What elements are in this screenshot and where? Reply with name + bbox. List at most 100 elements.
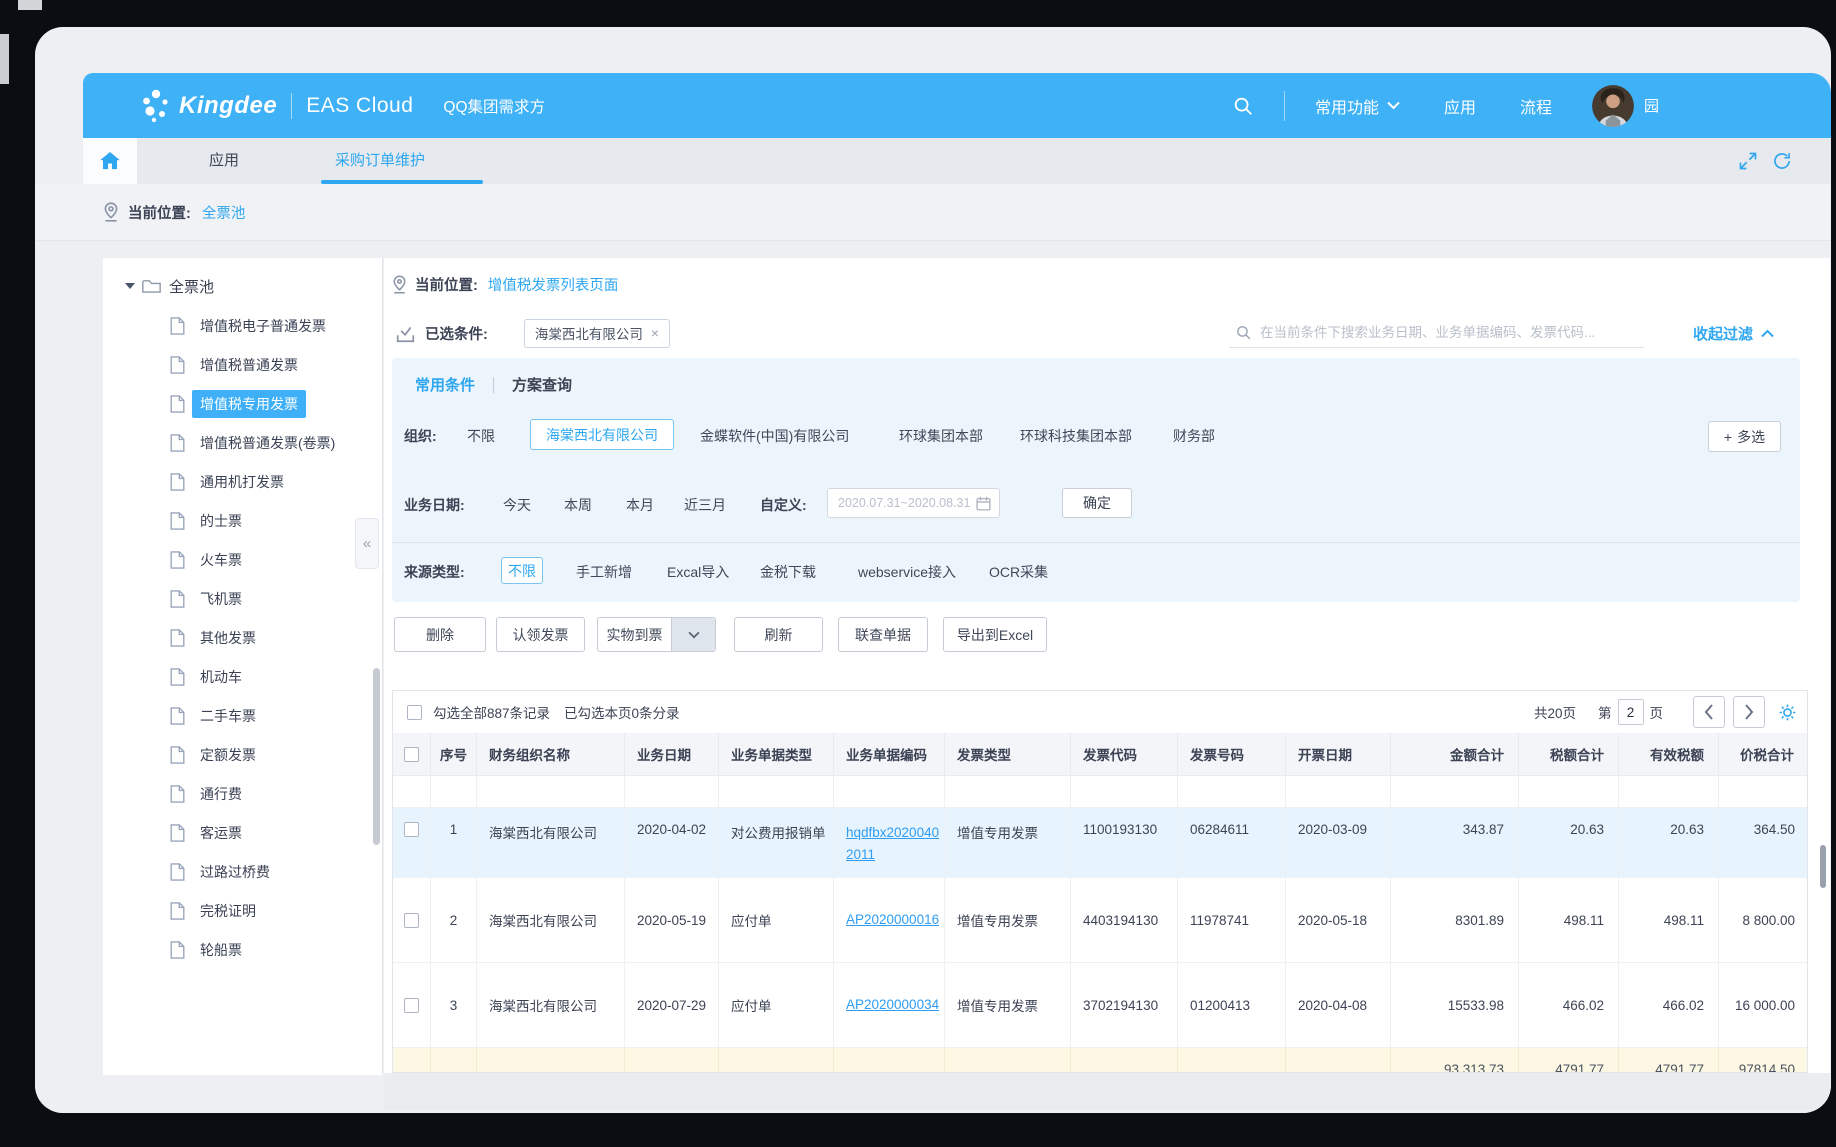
- date-option-week[interactable]: 本周: [564, 495, 592, 515]
- source-option-selected[interactable]: 不限: [501, 557, 543, 584]
- filter-tab-scheme[interactable]: 方案查询: [512, 374, 572, 395]
- org-option[interactable]: 环球科技集团本部: [1020, 426, 1132, 446]
- col-header[interactable]: 发票类型: [945, 733, 1071, 775]
- source-option[interactable]: Excal导入: [667, 562, 729, 582]
- org-option[interactable]: 金蝶软件(中国)有限公司: [700, 426, 849, 446]
- cell-number: 01200413: [1178, 963, 1286, 1047]
- horizontal-scroll-track[interactable]: [384, 1073, 1830, 1110]
- table-row[interactable]: 2 海棠西北有限公司 2020-05-19 应付单 AP2020000016 增…: [393, 878, 1807, 963]
- fullscreen-icon[interactable]: [1738, 151, 1758, 171]
- col-header[interactable]: 序号: [431, 733, 477, 775]
- col-header[interactable]: 业务单据编码: [834, 733, 945, 775]
- org-option[interactable]: 环球集团本部: [899, 426, 983, 446]
- quick-functions-menu[interactable]: 常用功能: [1315, 94, 1400, 118]
- table-row[interactable]: 1 海棠西北有限公司 2020-04-02 对公费用报销单 hqdfbx2020…: [393, 808, 1807, 878]
- doc-no-link[interactable]: hqdfbx20200402011: [846, 822, 944, 867]
- select-all-checkbox[interactable]: [407, 705, 422, 720]
- org-option-selected[interactable]: 海棠西北有限公司: [530, 419, 674, 450]
- page-number-input[interactable]: [1618, 699, 1644, 725]
- col-header[interactable]: 发票号码: [1178, 733, 1286, 775]
- tree-item[interactable]: 轮船票: [103, 930, 382, 969]
- col-header[interactable]: 价税合计: [1719, 733, 1808, 775]
- multi-select-button[interactable]: + 多选: [1708, 421, 1781, 452]
- tree-item[interactable]: 过路过桥费: [103, 852, 382, 891]
- row-checkbox[interactable]: [404, 822, 419, 837]
- tab-application[interactable]: 应用: [209, 138, 239, 184]
- tab-home[interactable]: [83, 138, 137, 184]
- tree-item-label: 机动车: [192, 663, 250, 691]
- col-header[interactable]: 金额合计: [1391, 733, 1519, 775]
- refresh-button[interactable]: 刷新: [734, 617, 823, 652]
- row-checkbox[interactable]: [404, 913, 419, 928]
- col-header[interactable]: 发票代码: [1071, 733, 1178, 775]
- tree-item[interactable]: 定额发票: [103, 735, 382, 774]
- tree-item[interactable]: 其他发票: [103, 618, 382, 657]
- avatar[interactable]: [1592, 85, 1634, 127]
- org-option-unlimited[interactable]: 不限: [467, 426, 495, 446]
- date-option-today[interactable]: 今天: [503, 495, 531, 515]
- tree-item[interactable]: 火车票: [103, 540, 382, 579]
- source-option[interactable]: 金税下载: [760, 562, 816, 582]
- tree-item[interactable]: 飞机票: [103, 579, 382, 618]
- claim-invoice-button[interactable]: 认领发票: [496, 617, 585, 652]
- breadcrumb-value[interactable]: 全票池: [202, 202, 246, 223]
- location-value[interactable]: 增值税发票列表页面: [488, 274, 619, 295]
- col-header[interactable]: 业务日期: [625, 733, 719, 775]
- doc-no-link[interactable]: AP2020000034: [846, 994, 939, 1016]
- search-icon[interactable]: [1232, 95, 1254, 117]
- tree-root[interactable]: 全票池: [103, 271, 214, 301]
- source-option[interactable]: OCR采集: [989, 562, 1048, 582]
- grid-settings-gear-icon[interactable]: [1778, 703, 1797, 722]
- physical-arrival-split-button[interactable]: 实物到票: [597, 617, 716, 652]
- tab-purchase-order[interactable]: 采购订单维护: [335, 138, 425, 184]
- filter-tab-common[interactable]: 常用条件: [415, 374, 475, 395]
- link-check-button[interactable]: 联查单据: [838, 617, 928, 652]
- delete-button[interactable]: 删除: [394, 617, 486, 652]
- close-icon[interactable]: ×: [651, 325, 659, 341]
- header-checkbox[interactable]: [404, 747, 419, 762]
- col-header[interactable]: 业务单据类型: [719, 733, 834, 775]
- tree-item[interactable]: 通行费: [103, 774, 382, 813]
- tree-item-selected[interactable]: 增值税专用发票: [103, 384, 382, 423]
- source-option[interactable]: webservice接入: [858, 562, 956, 582]
- sidebar-scrollbar[interactable]: [373, 668, 380, 845]
- date-option-3months[interactable]: 近三月: [684, 495, 726, 515]
- nav-app[interactable]: 应用: [1444, 94, 1476, 118]
- row-checkbox[interactable]: [404, 998, 419, 1013]
- col-header[interactable]: 税额合计: [1519, 733, 1619, 775]
- date-range-input[interactable]: [827, 488, 1000, 518]
- col-header[interactable]: 财务组织名称: [477, 733, 625, 775]
- tree-item[interactable]: 的士票: [103, 501, 382, 540]
- filter-tag[interactable]: 海棠西北有限公司 ×: [524, 319, 670, 348]
- cell-tax: 498.11: [1519, 878, 1619, 962]
- org-option[interactable]: 财务部: [1173, 426, 1215, 446]
- collapse-filter-button[interactable]: 收起过滤: [1693, 318, 1774, 348]
- tree-item[interactable]: 二手车票: [103, 696, 382, 735]
- doc-no-link[interactable]: AP2020000016: [846, 909, 939, 931]
- user-name[interactable]: 园: [1644, 95, 1659, 116]
- tree-item[interactable]: 增值税普通发票: [103, 345, 382, 384]
- date-option-month[interactable]: 本月: [626, 495, 654, 515]
- tree-item[interactable]: 增值税电子普通发票: [103, 306, 382, 345]
- date-range-value[interactable]: [838, 496, 976, 510]
- col-header[interactable]: 开票日期: [1286, 733, 1391, 775]
- nav-flow[interactable]: 流程: [1520, 94, 1552, 118]
- tree-item[interactable]: 机动车: [103, 657, 382, 696]
- prev-page-button[interactable]: [1693, 696, 1725, 728]
- vertical-scrollbar[interactable]: [1820, 845, 1826, 888]
- search-input[interactable]: [1260, 325, 1630, 340]
- dropdown-toggle[interactable]: [671, 618, 715, 651]
- sidebar-collapse-handle[interactable]: «: [355, 518, 379, 569]
- source-option[interactable]: 手工新增: [576, 562, 632, 582]
- caret-down-icon[interactable]: [125, 283, 135, 289]
- tree-item[interactable]: 通用机打发票: [103, 462, 382, 501]
- col-header[interactable]: 有效税额: [1619, 733, 1719, 775]
- tree-item[interactable]: 客运票: [103, 813, 382, 852]
- refresh-icon[interactable]: [1772, 151, 1792, 171]
- next-page-button[interactable]: [1733, 696, 1765, 728]
- confirm-button[interactable]: 确定: [1062, 488, 1132, 518]
- tree-item[interactable]: 完税证明: [103, 891, 382, 930]
- table-row[interactable]: 3 海棠西北有限公司 2020-07-29 应付单 AP2020000034 增…: [393, 963, 1807, 1048]
- tree-item[interactable]: 增值税普通发票(卷票): [103, 423, 382, 462]
- export-excel-button[interactable]: 导出到Excel: [943, 617, 1047, 652]
